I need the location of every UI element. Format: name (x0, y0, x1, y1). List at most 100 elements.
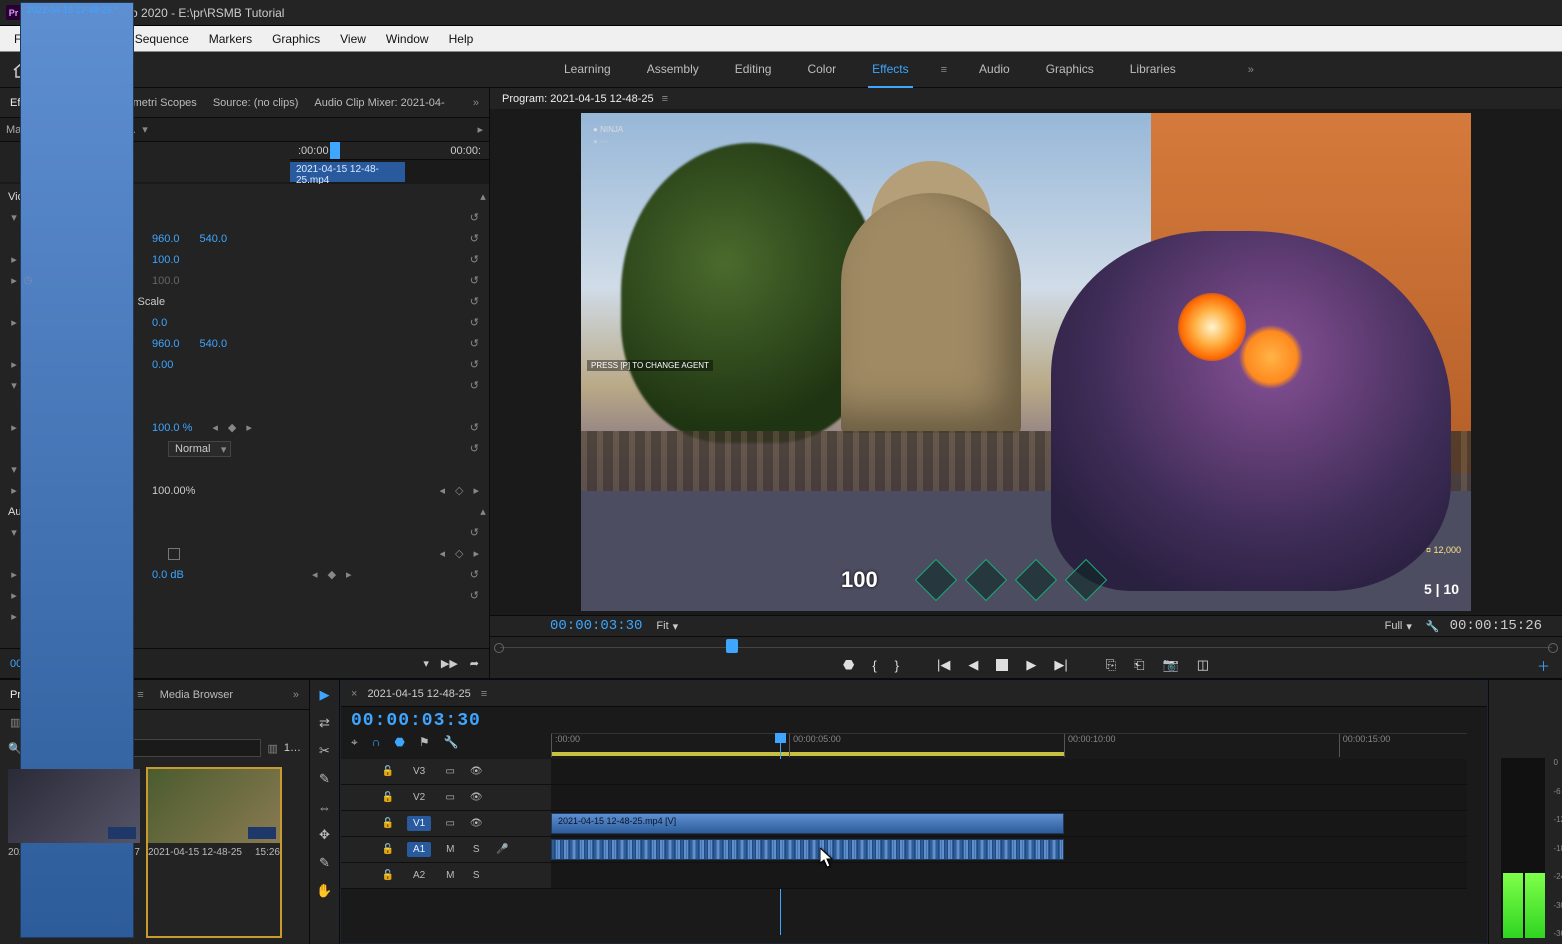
reset-scale[interactable] (470, 253, 479, 266)
level-prev-kf[interactable]: ◂ (312, 568, 318, 581)
reset-opacity-fx[interactable] (470, 379, 479, 392)
tab-program[interactable]: Program: 2021-04-15 12-48-25 (502, 93, 654, 105)
twist-scale[interactable]: ▸ (8, 253, 20, 266)
extract-icon[interactable]: ⎗ (1134, 657, 1144, 673)
selection-tool[interactable]: ▶ (316, 686, 334, 704)
v3-lock-icon[interactable]: 🔓 (381, 766, 395, 777)
slip-tool[interactable]: ⇔ (316, 798, 334, 816)
workspace-learning[interactable]: Learning (560, 52, 615, 88)
speed-v[interactable]: 100.00% (152, 485, 195, 497)
tl-snap-icon[interactable]: ⌖ (351, 735, 358, 750)
track-v3[interactable]: V3 (407, 764, 431, 779)
position-x[interactable]: 960.0 (152, 233, 180, 245)
out-icon[interactable]: } (895, 658, 899, 673)
workspace-overflow-icon[interactable]: » (1248, 64, 1254, 76)
ec-mini-playhead[interactable] (330, 142, 340, 159)
bypass-add-kf[interactable]: ◇ (455, 547, 463, 560)
speed-add-kf[interactable]: ◇ (455, 484, 463, 497)
v2-eye-icon[interactable]: 👁 (469, 792, 483, 803)
ec-clip-bar[interactable]: 2021-04-15 12-48-25.mp4 (290, 162, 405, 182)
program-monitor[interactable]: ● NINJA ● — PRESS [P] TO CHANGE AGENT 10… (581, 113, 1471, 611)
new-bin-icon[interactable]: ▥ (267, 742, 277, 755)
reset-motion[interactable] (470, 211, 479, 224)
menu-view[interactable]: View (330, 32, 376, 46)
program-res-select[interactable]: Full ▾ (1385, 620, 1412, 633)
track-v1[interactable]: V1 (407, 816, 431, 831)
workspace-effects[interactable]: Effects (868, 52, 912, 88)
panel-overflow-icon[interactable]: » (473, 97, 479, 109)
track-body-v3[interactable] (551, 759, 1467, 784)
scrub-left-handle[interactable] (494, 643, 504, 653)
twist-chvol[interactable]: ▸ (8, 589, 20, 602)
razor-tool[interactable]: ✎ (316, 770, 334, 788)
opacity-next-kf[interactable]: ▸ (246, 421, 252, 434)
position-y[interactable]: 540.0 (200, 233, 228, 245)
speed-next-kf[interactable]: ▸ (473, 484, 479, 497)
reset-rotation[interactable] (470, 316, 479, 329)
timeline-ruler[interactable]: :00:00 00:00:05:00 00:00:10:00 00:00:15:… (551, 733, 1467, 757)
v3-sync[interactable]: ▭ (443, 766, 457, 777)
hand-tool[interactable]: ✎ (316, 854, 334, 872)
tab-media-browser[interactable]: Media Browser (160, 689, 233, 701)
bypass-checkbox[interactable] (168, 548, 180, 560)
ec-mini-ruler[interactable]: :00:00 00:00: (290, 142, 489, 160)
program-scrubber[interactable] (490, 637, 1562, 653)
opacity-v[interactable]: 100.0 % (152, 422, 192, 434)
track-body-a2[interactable] (551, 863, 1467, 888)
marker-icon[interactable]: ⬣ (843, 657, 854, 673)
program-scrub-head[interactable] (726, 639, 738, 653)
program-burger-icon[interactable]: ≡ (662, 93, 668, 105)
track-body-v2[interactable] (551, 785, 1467, 810)
v1-sync[interactable]: ▭ (443, 818, 457, 829)
reset-level[interactable] (470, 568, 479, 581)
tab-source[interactable]: Source: (no clips) (213, 97, 299, 109)
sequence-burger-icon[interactable]: ≡ (481, 688, 487, 700)
program-timecode-left[interactable]: 00:00:03:30 (550, 618, 642, 634)
workspace-color[interactable]: Color (803, 52, 840, 88)
menu-markers[interactable]: Markers (199, 32, 262, 46)
af-v[interactable]: 0.00 (152, 359, 173, 371)
track-a1[interactable]: A1 (407, 842, 431, 857)
workspace-graphics[interactable]: Graphics (1042, 52, 1098, 88)
tl-wrench-icon[interactable]: 🔧 (444, 735, 459, 750)
anchor-y[interactable]: 540.0 (200, 338, 228, 350)
opacity-prev-kf[interactable]: ◂ (212, 421, 218, 434)
scale-v[interactable]: 100.0 (152, 254, 180, 266)
reset-uniform[interactable] (470, 295, 479, 308)
video-clip[interactable]: 2021-04-15 12-48-25.mp4 [V] (551, 813, 1064, 834)
v2-lock-icon[interactable]: 🔓 (381, 792, 395, 803)
snapshot-icon[interactable]: 📷 (1163, 657, 1179, 673)
opacity-add-kf[interactable]: ◆ (228, 421, 236, 434)
reset-chvol[interactable] (470, 589, 479, 602)
reset-volume[interactable] (470, 526, 479, 539)
goto-in-icon[interactable]: |◀ (937, 657, 950, 673)
menu-window[interactable]: Window (376, 32, 439, 46)
a2-mute[interactable]: M (443, 870, 457, 881)
v1-eye-icon[interactable]: 👁 (469, 818, 483, 829)
ec-play-icon[interactable]: ▸ (477, 123, 483, 136)
workspace-assembly[interactable]: Assembly (643, 52, 703, 88)
program-zoom-select[interactable]: Fit ▾ (656, 620, 678, 633)
reset-scale-width[interactable] (470, 274, 479, 287)
level-v[interactable]: 0.0 dB (152, 569, 184, 581)
level-add-kf[interactable]: ◆ (328, 568, 336, 581)
project-overflow-icon[interactable]: » (293, 689, 299, 701)
a2-solo[interactable]: S (469, 870, 483, 881)
twist-motion[interactable]: ▾ (8, 211, 20, 224)
menu-help[interactable]: Help (439, 32, 484, 46)
in-icon[interactable]: { (872, 658, 876, 673)
twist-time[interactable]: ▾ (8, 463, 20, 476)
ripple-tool[interactable]: ✂ (316, 742, 334, 760)
timeline-timecode[interactable]: 00:00:03:30 (351, 711, 1477, 731)
reset-af[interactable] (470, 358, 479, 371)
audio-clip[interactable] (551, 839, 1064, 860)
level-next-kf[interactable]: ▸ (346, 568, 352, 581)
anchor-x[interactable]: 960.0 (152, 338, 180, 350)
step-back-icon[interactable]: ◀ (968, 657, 978, 673)
twist-panner[interactable]: ▸ (8, 610, 20, 623)
workspace-libraries[interactable]: Libraries (1126, 52, 1180, 88)
a2-lock-icon[interactable]: 🔓 (381, 870, 395, 881)
type-tool[interactable]: ✋ (316, 882, 334, 900)
speed-prev-kf[interactable]: ◂ (439, 484, 445, 497)
bin-item-clip[interactable]: 2021-04-15 12-48-2515:26 (148, 769, 280, 936)
